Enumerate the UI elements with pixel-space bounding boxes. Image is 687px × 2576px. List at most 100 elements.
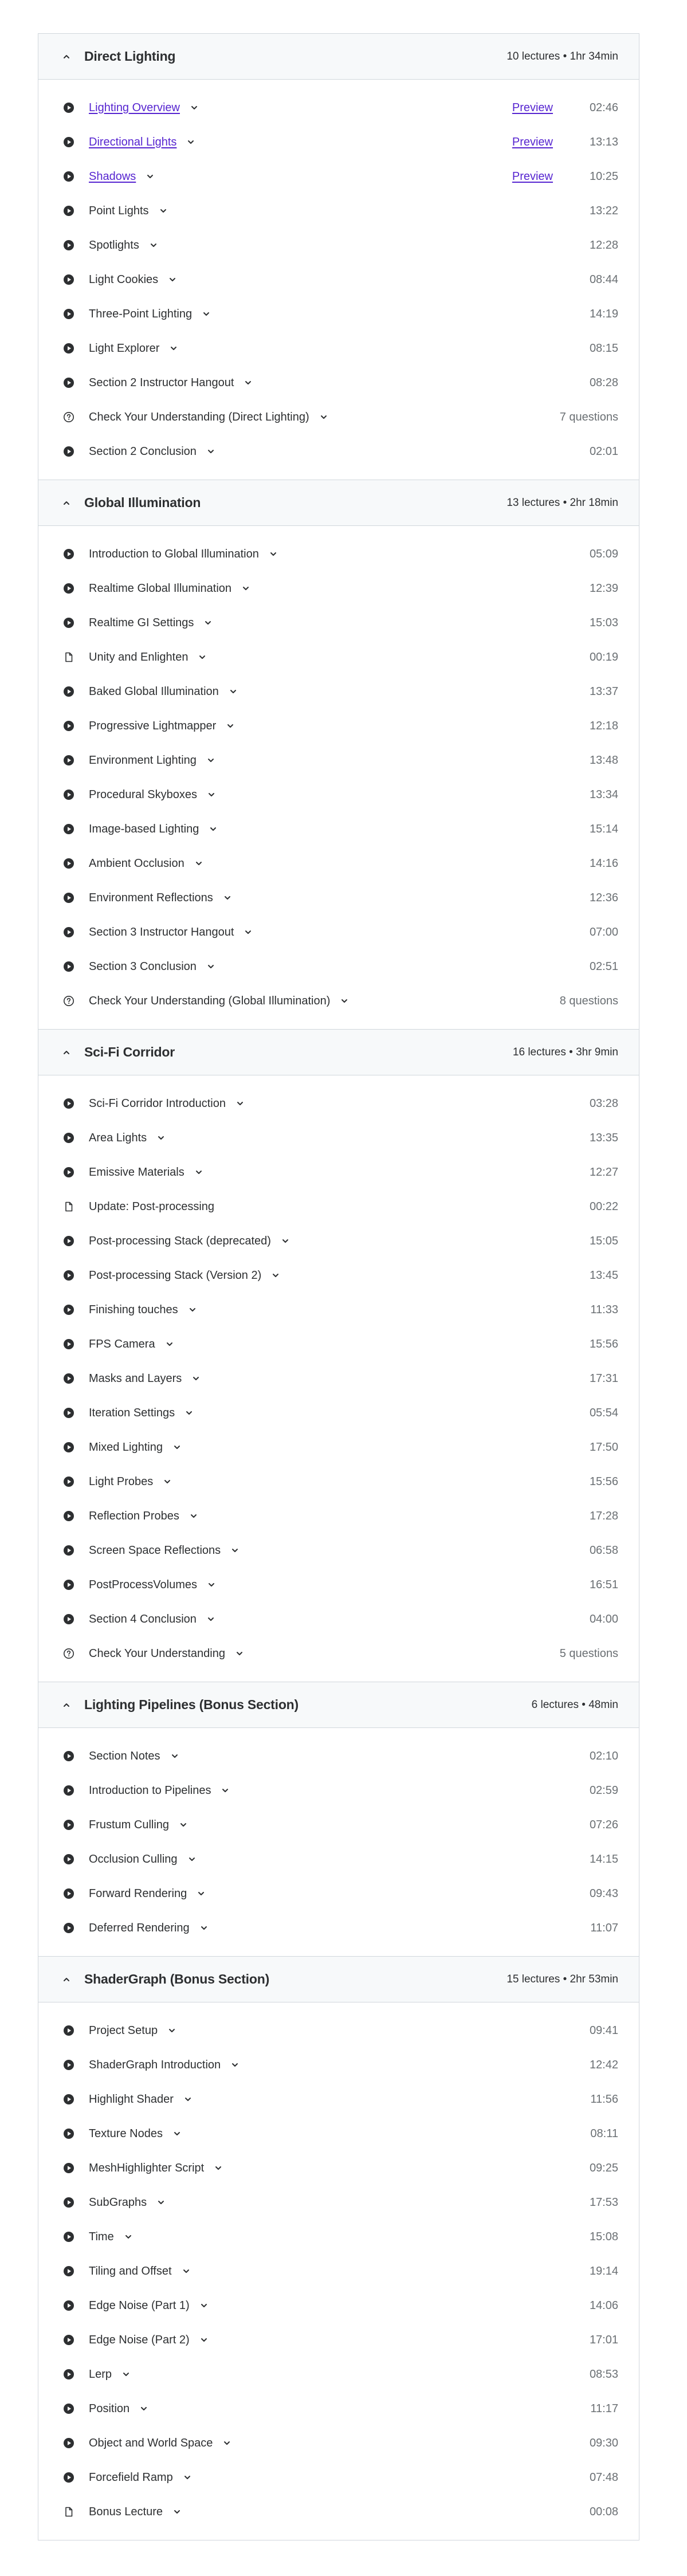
chevron-down-icon[interactable] [171,1441,183,1454]
lecture-item[interactable]: Update: Post-processing 00:22 [38,1189,639,1224]
lecture-item[interactable]: Area Lights 13:35 [38,1121,639,1155]
chevron-down-icon[interactable] [188,101,201,114]
chevron-down-icon[interactable] [198,2334,210,2346]
chevron-down-icon[interactable] [242,376,254,389]
lecture-item[interactable]: Highlight Shader 11:56 [38,2082,639,2116]
preview-link[interactable]: Preview [512,101,553,115]
lecture-item[interactable]: Screen Space Reflections 06:58 [38,1533,639,1568]
chevron-down-icon[interactable] [155,1132,167,1144]
lecture-item[interactable]: Realtime GI Settings 15:03 [38,606,639,640]
chevron-down-icon[interactable] [221,2437,233,2449]
lecture-item[interactable]: Object and World Space 09:30 [38,2426,639,2460]
chevron-down-icon[interactable] [183,1407,195,1419]
lecture-item[interactable]: SubGraphs 17:53 [38,2185,639,2220]
lecture-item[interactable]: Project Setup 09:41 [38,2013,639,2048]
chevron-down-icon[interactable] [317,411,330,423]
lecture-item[interactable]: Unity and Enlighten 00:19 [38,640,639,674]
lecture-item[interactable]: Progressive Lightmapper 12:18 [38,709,639,743]
chevron-down-icon[interactable] [202,616,214,629]
chevron-down-icon[interactable] [182,2093,194,2106]
lecture-item[interactable]: Check Your Understanding (Direct Lightin… [38,400,639,434]
lecture-item[interactable]: Edge Noise (Part 2) 17:01 [38,2323,639,2357]
chevron-down-icon[interactable] [233,1647,246,1660]
chevron-down-icon[interactable] [186,1853,198,1866]
chevron-down-icon[interactable] [205,754,217,767]
lecture-item[interactable]: Post-processing Stack (Version 2) 13:45 [38,1258,639,1293]
lecture-item[interactable]: Tiling and Offset 19:14 [38,2254,639,2288]
lecture-title[interactable]: Lighting Overview [89,101,180,115]
lecture-item[interactable]: FPS Camera 15:56 [38,1327,639,1361]
chevron-up-icon[interactable] [62,1049,70,1057]
lecture-title[interactable]: Directional Lights [89,136,176,149]
lecture-item[interactable]: Bonus Lecture 00:08 [38,2495,639,2529]
lecture-item[interactable]: Introduction to Pipelines 02:59 [38,1773,639,1808]
lecture-item[interactable]: Baked Global Illumination 13:37 [38,674,639,709]
lecture-item[interactable]: Time 15:08 [38,2220,639,2254]
chevron-down-icon[interactable] [267,548,280,560]
lecture-item[interactable]: Post-processing Stack (deprecated) 15:05 [38,1224,639,1258]
chevron-down-icon[interactable] [279,1235,292,1247]
lecture-item[interactable]: Environment Lighting 13:48 [38,743,639,777]
lecture-item[interactable]: Light Explorer 08:15 [38,331,639,366]
chevron-down-icon[interactable] [166,2024,178,2037]
lecture-item[interactable]: Shadows Preview 10:25 [38,159,639,194]
chevron-down-icon[interactable] [180,2265,193,2277]
lecture-item[interactable]: Check Your Understanding 5 questions [38,1636,639,1671]
section-header[interactable]: ShaderGraph (Bonus Section) 15 lectures •… [38,1957,639,2002]
preview-link[interactable]: Preview [512,170,553,183]
lecture-item[interactable]: PostProcessVolumes 16:51 [38,1568,639,1602]
chevron-down-icon[interactable] [138,2402,150,2415]
chevron-down-icon[interactable] [212,2162,225,2174]
section-header[interactable]: Lighting Pipelines (Bonus Section) 6 lect… [38,1682,639,1728]
chevron-down-icon[interactable] [171,2506,183,2518]
chevron-down-icon[interactable] [168,1750,181,1762]
chevron-down-icon[interactable] [229,2059,241,2071]
lecture-item[interactable]: Ambient Occlusion 14:16 [38,846,639,881]
lecture-item[interactable]: Reflection Probes 17:28 [38,1499,639,1533]
section-header[interactable]: Direct Lighting 10 lectures • 1hr 34min [38,34,639,80]
chevron-down-icon[interactable] [227,685,240,698]
lecture-item[interactable]: Light Cookies 08:44 [38,262,639,297]
chevron-down-icon[interactable] [338,995,351,1007]
section-header[interactable]: Global Illumination 13 lectures • 2hr 18m… [38,480,639,526]
lecture-item[interactable]: Section 3 Instructor Hangout 07:00 [38,915,639,949]
chevron-down-icon[interactable] [224,720,237,732]
chevron-down-icon[interactable] [229,1544,241,1557]
chevron-up-icon[interactable] [62,1701,70,1709]
lecture-item[interactable]: Introduction to Global Illumination 05:09 [38,537,639,571]
lecture-item[interactable]: Light Probes 15:56 [38,1464,639,1499]
lecture-item[interactable]: Check Your Understanding (Global Illumin… [38,984,639,1018]
lecture-title[interactable]: Shadows [89,170,136,183]
chevron-down-icon[interactable] [205,788,218,801]
chevron-down-icon[interactable] [190,1372,202,1385]
lecture-item[interactable]: Position 11:17 [38,2392,639,2426]
lecture-item[interactable]: Image-based Lighting 15:14 [38,812,639,846]
lecture-item[interactable]: Lerp 08:53 [38,2357,639,2392]
chevron-down-icon[interactable] [157,205,170,217]
chevron-down-icon[interactable] [186,1303,199,1316]
chevron-down-icon[interactable] [196,651,209,663]
chevron-down-icon[interactable] [122,2231,135,2243]
chevron-up-icon[interactable] [62,1976,70,1984]
lecture-item[interactable]: Realtime Global Illumination 12:39 [38,571,639,606]
lecture-item[interactable]: Spotlights 12:28 [38,228,639,262]
chevron-down-icon[interactable] [205,1613,217,1625]
chevron-down-icon[interactable] [155,2196,167,2209]
lecture-item[interactable]: Section 2 Instructor Hangout 08:28 [38,366,639,400]
lecture-item[interactable]: Directional Lights Preview 13:13 [38,125,639,159]
chevron-down-icon[interactable] [195,1887,207,1900]
chevron-down-icon[interactable] [240,582,252,595]
lecture-item[interactable]: Occlusion Culling 14:15 [38,1842,639,1876]
chevron-up-icon[interactable] [62,499,70,507]
chevron-down-icon[interactable] [163,1338,176,1350]
lecture-item[interactable]: Iteration Settings 05:54 [38,1396,639,1430]
lecture-item[interactable]: Deferred Rendering 11:07 [38,1911,639,1945]
chevron-down-icon[interactable] [147,239,160,252]
lecture-item[interactable]: Procedural Skyboxes 13:34 [38,777,639,812]
chevron-down-icon[interactable] [120,2368,132,2381]
chevron-down-icon[interactable] [207,823,219,835]
chevron-down-icon[interactable] [219,1784,231,1797]
chevron-down-icon[interactable] [200,308,213,320]
lecture-item[interactable]: Environment Reflections 12:36 [38,881,639,915]
chevron-down-icon[interactable] [242,926,254,938]
